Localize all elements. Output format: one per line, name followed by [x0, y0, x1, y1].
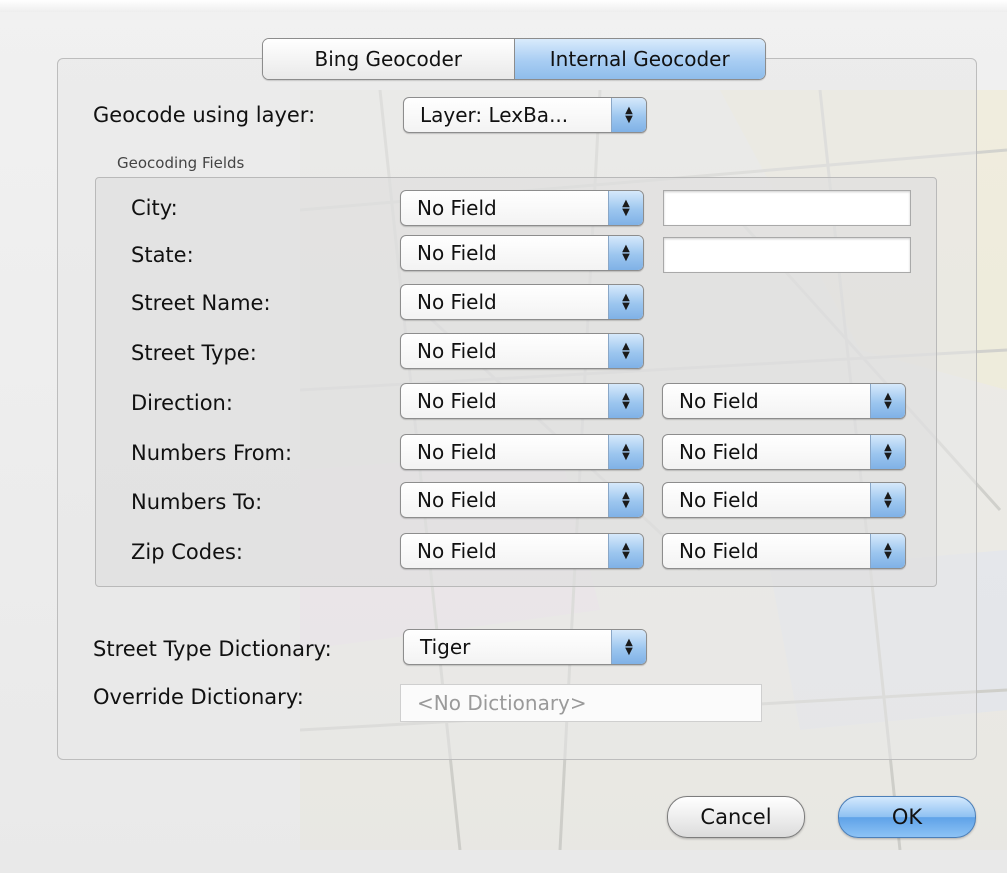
- street-type-dictionary-label: Street Type Dictionary:: [93, 637, 332, 661]
- geocoder-dialog: Bing Geocoder Internal Geocoder Geocode …: [0, 0, 1007, 873]
- geocode-layer-value: Layer: LexBa...: [420, 103, 569, 127]
- field-label-street-type: Street Type:: [131, 341, 257, 365]
- numbers-to-field-popup[interactable]: No Field ▲ ▼: [400, 482, 644, 518]
- tab-internal-geocoder[interactable]: Internal Geocoder: [514, 39, 765, 79]
- street-type-dictionary-popup[interactable]: Tiger ▲ ▼: [403, 629, 647, 665]
- popup-arrows-icon: ▲ ▼: [870, 435, 905, 469]
- street-type-field-value: No Field: [417, 339, 497, 363]
- street-type-dictionary-value: Tiger: [420, 635, 471, 659]
- geocoding-fields-title: Geocoding Fields: [117, 154, 245, 172]
- numbers-from-field-value: No Field: [417, 440, 497, 464]
- numbers-from-secondary-popup[interactable]: No Field ▲ ▼: [662, 434, 906, 470]
- state-field-popup[interactable]: No Field ▲ ▼: [400, 235, 644, 271]
- tab-bing-geocoder[interactable]: Bing Geocoder: [263, 39, 515, 79]
- field-label-direction: Direction:: [131, 391, 233, 415]
- numbers-from-secondary-value: No Field: [679, 440, 759, 464]
- field-label-numbers-to: Numbers To:: [131, 490, 263, 514]
- override-dictionary-label: Override Dictionary:: [93, 685, 304, 709]
- numbers-to-secondary-popup[interactable]: No Field ▲ ▼: [662, 482, 906, 518]
- override-dictionary-field: <No Dictionary>: [400, 684, 762, 722]
- direction-field-value: No Field: [417, 389, 497, 413]
- popup-arrows-icon: ▲ ▼: [608, 483, 643, 517]
- city-field-popup[interactable]: No Field ▲ ▼: [400, 190, 644, 226]
- numbers-to-secondary-value: No Field: [679, 488, 759, 512]
- field-label-zip-codes: Zip Codes:: [131, 540, 244, 564]
- popup-arrows-icon: ▲ ▼: [870, 483, 905, 517]
- city-field-value: No Field: [417, 196, 497, 220]
- popup-arrows-icon: ▲ ▼: [611, 98, 646, 132]
- dialog-top-edge: [0, 0, 1007, 12]
- popup-arrows-icon: ▲ ▼: [608, 236, 643, 270]
- popup-arrows-icon: ▲ ▼: [870, 534, 905, 568]
- geocode-layer-popup[interactable]: Layer: LexBa... ▲ ▼: [403, 97, 647, 133]
- zip-codes-field-popup[interactable]: No Field ▲ ▼: [400, 533, 644, 569]
- popup-arrows-icon: ▲ ▼: [611, 630, 646, 664]
- zip-codes-field-value: No Field: [417, 539, 497, 563]
- street-type-field-popup[interactable]: No Field ▲ ▼: [400, 333, 644, 369]
- city-text-input[interactable]: [663, 190, 911, 226]
- popup-arrows-icon: ▲ ▼: [608, 534, 643, 568]
- cancel-button[interactable]: Cancel: [667, 796, 805, 838]
- popup-arrows-icon: ▲ ▼: [608, 285, 643, 319]
- popup-arrows-icon: ▲ ▼: [608, 435, 643, 469]
- popup-arrows-icon: ▲ ▼: [608, 334, 643, 368]
- field-label-numbers-from: Numbers From:: [131, 441, 293, 465]
- direction-secondary-popup[interactable]: No Field ▲ ▼: [662, 383, 906, 419]
- field-label-street-name: Street Name:: [131, 291, 271, 315]
- state-field-value: No Field: [417, 241, 497, 265]
- direction-field-popup[interactable]: No Field ▲ ▼: [400, 383, 644, 419]
- popup-arrows-icon: ▲ ▼: [608, 191, 643, 225]
- field-label-city: City:: [131, 196, 178, 220]
- popup-arrows-icon: ▲ ▼: [870, 384, 905, 418]
- zip-codes-secondary-popup[interactable]: No Field ▲ ▼: [662, 533, 906, 569]
- numbers-to-field-value: No Field: [417, 488, 497, 512]
- field-label-state: State:: [131, 243, 194, 267]
- geocoder-tab-control: Bing Geocoder Internal Geocoder: [262, 38, 766, 80]
- zip-codes-secondary-value: No Field: [679, 539, 759, 563]
- street-name-field-value: No Field: [417, 290, 497, 314]
- numbers-from-field-popup[interactable]: No Field ▲ ▼: [400, 434, 644, 470]
- direction-secondary-value: No Field: [679, 389, 759, 413]
- geocode-layer-label: Geocode using layer:: [93, 103, 316, 127]
- popup-arrows-icon: ▲ ▼: [608, 384, 643, 418]
- state-text-input[interactable]: [663, 237, 911, 273]
- street-name-field-popup[interactable]: No Field ▲ ▼: [400, 284, 644, 320]
- ok-button[interactable]: OK: [838, 796, 976, 838]
